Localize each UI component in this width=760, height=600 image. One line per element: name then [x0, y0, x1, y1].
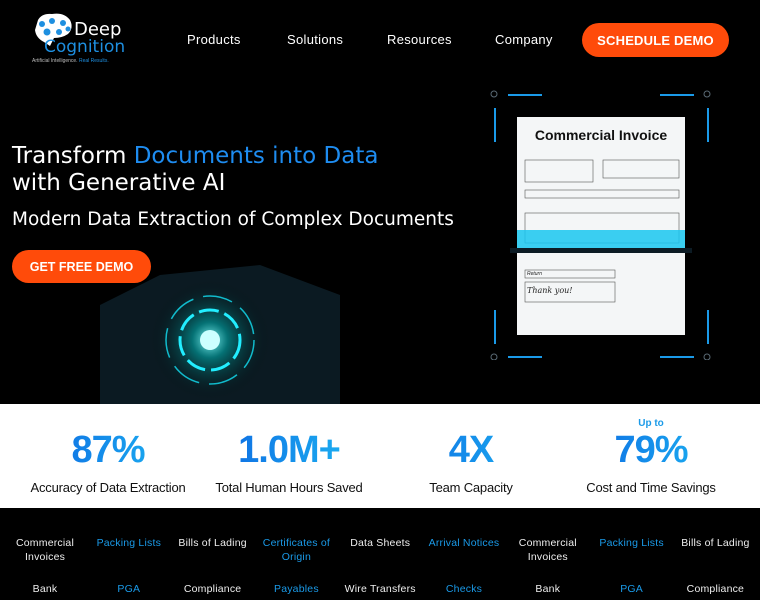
ticker-item: Checks: [445, 583, 483, 595]
ticker-item: Packing Lists: [96, 537, 162, 549]
title-highlight: Documents into Data: [133, 143, 379, 169]
invoice-title: Commercial Invoice: [534, 127, 668, 143]
tagline-part: Real Results.: [78, 58, 109, 64]
stat-value: 87%: [13, 430, 203, 470]
ticker-item: Bank: [535, 583, 561, 595]
ticker-item: Packing Lists: [599, 537, 664, 549]
ticker-item: PGA: [620, 583, 643, 595]
hero-title: Transform Documents into Data with Genera…: [12, 143, 378, 197]
stat-label: Accuracy of Data Extraction: [30, 480, 186, 495]
ticker-item: Commercial Invoices: [15, 537, 74, 563]
stat-team-capacity: 4X Team Capacity: [376, 404, 566, 495]
title-part: with Generative AI: [12, 170, 226, 196]
hero-subtitle: Modern Data Extraction of Complex Docume…: [12, 209, 454, 230]
stat-value: 4X: [376, 430, 566, 470]
logo[interactable]: Deep Cognition Artificial Intelligence. …: [30, 12, 125, 66]
schedule-demo-button[interactable]: SCHEDULE DEMO: [582, 23, 729, 57]
ticker-item: Arrival Notices: [428, 537, 500, 549]
ticker-item: PGA: [117, 583, 141, 595]
stat-hours-saved: 1.0M+ Total Human Hours Saved: [194, 404, 384, 495]
ticker-item: Bills of Lading: [178, 537, 247, 549]
ticker-item: Certificates of Origin: [262, 537, 330, 563]
invoice-thank-you: Thank you!: [527, 286, 573, 295]
tech-eye-graphic: [100, 265, 340, 405]
ticker-item: Bank: [32, 583, 58, 595]
nav-company[interactable]: Company: [495, 32, 553, 47]
nav-resources[interactable]: Resources: [387, 32, 452, 47]
logo-tagline: Artificial Intelligence. Real Results.: [32, 58, 109, 64]
stats-section: 87% Accuracy of Data Extraction 1.0M+ Tota…: [0, 404, 760, 508]
stat-value: 79%: [556, 430, 746, 470]
stat-accuracy: 87% Accuracy of Data Extraction: [13, 404, 203, 495]
stat-savings: Up to 79% Cost and Time Savings: [556, 404, 746, 495]
ticker-item: Commercial Invoices: [518, 537, 577, 563]
logo-text-cognition: Cognition: [44, 37, 126, 57]
ticker-item: Compliance: [183, 583, 242, 595]
title-part: Transform: [12, 143, 134, 169]
stat-label: Team Capacity: [429, 480, 513, 495]
stat-label: Total Human Hours Saved: [215, 480, 363, 495]
ticker-item: Payables: [273, 583, 319, 595]
stat-value: 1.0M+: [194, 430, 384, 470]
invoice-return-note: Return: [527, 271, 543, 277]
nav-solutions[interactable]: Solutions: [287, 32, 343, 47]
nav-products[interactable]: Products: [187, 32, 241, 47]
ticker-item: Wire Transfers: [344, 583, 416, 595]
tagline-part: Artificial Intelligence.: [32, 58, 78, 64]
ticker-item: Compliance: [686, 583, 745, 595]
ticker-item: Bills of Lading: [681, 537, 750, 549]
ticker-item: Data Sheets: [350, 537, 411, 549]
stat-label: Cost and Time Savings: [586, 480, 716, 495]
